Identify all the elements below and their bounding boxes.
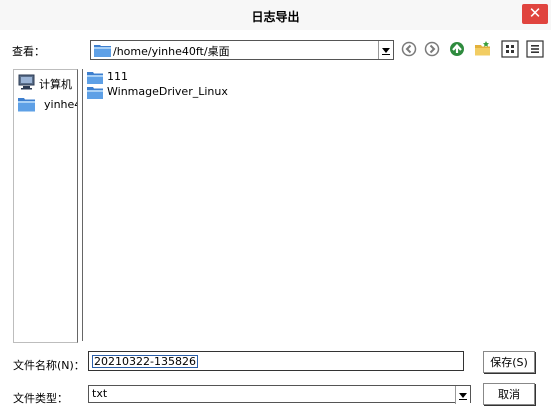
path-combobox[interactable]: /home/yinhe40ft/桌面 [90,40,394,60]
filename-label: 文件名称(N)： [13,359,85,372]
folder-icon [87,72,103,84]
filename-input[interactable]: 20210322-135826 [88,351,464,371]
filetype-dropdown-button[interactable] [455,386,470,404]
look-in-label: 查看： [12,45,45,58]
list-view-icon[interactable] [526,40,544,58]
save-button[interactable]: 保存(S) [483,351,535,373]
title-bar: 日志导出 ✕ [0,0,551,30]
file-name: WinmageDriver_Linux [107,85,228,98]
back-icon[interactable] [400,40,418,58]
icon-view-icon[interactable] [501,40,519,58]
dialog-title: 日志导出 [251,10,300,24]
path-text: /home/yinhe40ft/桌面 [113,45,230,58]
folder-icon [94,45,111,57]
filetype-label: 文件类型： [13,392,68,405]
filetype-combobox[interactable]: txt [88,385,471,404]
computer-icon [18,74,35,90]
forward-icon[interactable] [423,40,441,58]
filename-value: 20210322-135826 [92,355,198,368]
sidebar-item-label: 计算机 [39,78,72,91]
file-list[interactable]: 111 WinmageDriver_Linux [82,69,551,341]
path-dropdown-button[interactable] [378,41,393,59]
close-button[interactable]: ✕ [522,4,548,24]
filetype-value: txt [92,387,108,400]
folder-icon [18,98,35,112]
up-icon[interactable] [448,40,466,58]
sidebar-item-label: yinhe40ft [44,98,77,111]
file-name: 111 [107,70,128,83]
new-folder-icon[interactable] [474,40,492,58]
cancel-button[interactable]: 取消 [483,383,535,405]
folder-icon [87,87,103,99]
sidebar: 计算机 yinhe40ft [13,69,78,343]
